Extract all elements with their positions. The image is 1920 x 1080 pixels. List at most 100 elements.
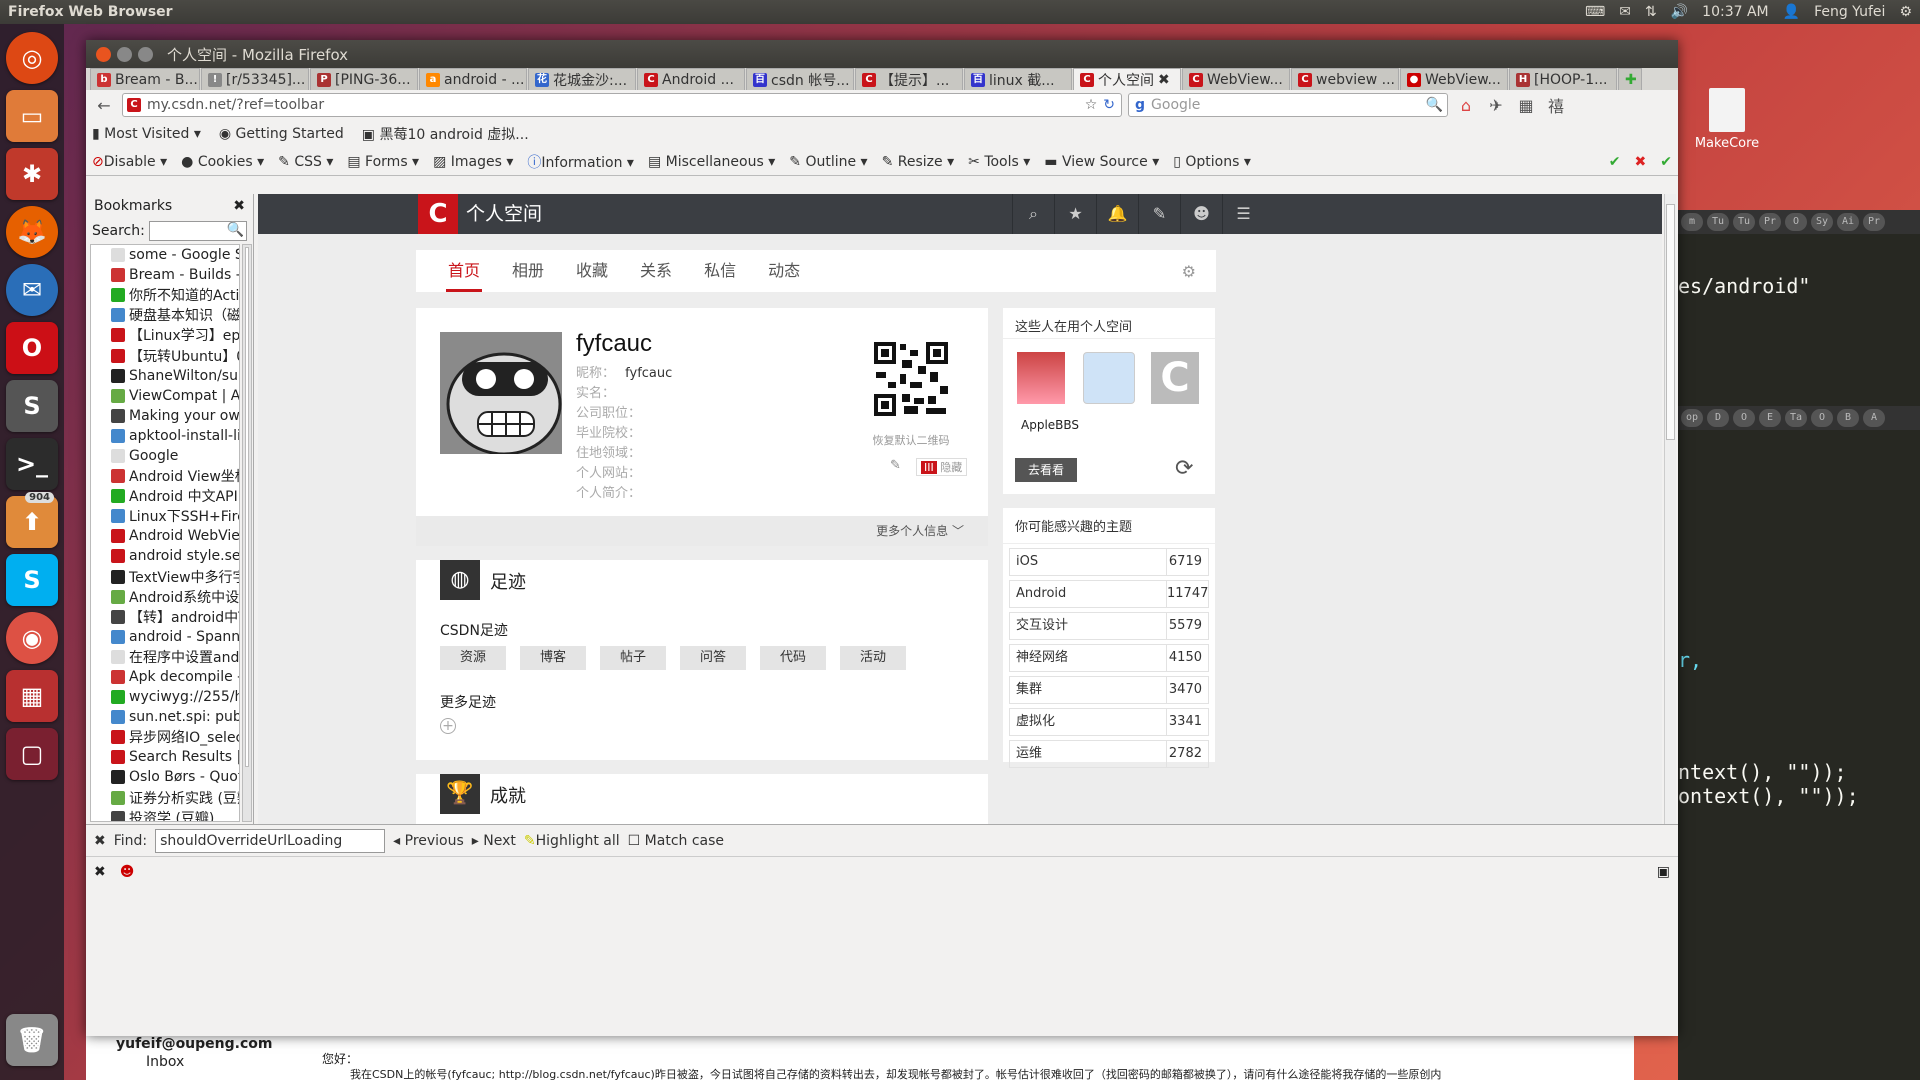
find-next-button[interactable]: ▸ Next — [472, 833, 516, 849]
tab-home[interactable]: 首页 — [445, 250, 483, 292]
bookmark-item[interactable]: Android WebView... — [91, 526, 239, 546]
translate-icon[interactable]: 禧 — [1544, 94, 1568, 116]
maximize-window-icon[interactable] — [138, 46, 153, 62]
search-box[interactable]: g Google 🔍 — [1128, 93, 1448, 117]
bookmark-item[interactable]: TextView中多行字... — [91, 567, 239, 587]
resize-grip-icon[interactable]: ▣ — [1657, 864, 1670, 880]
power-icon[interactable]: ⚙ — [1899, 4, 1912, 20]
bookmark-item[interactable]: Android 中文API ... — [91, 486, 239, 506]
terminal-icon[interactable]: >_ — [6, 438, 58, 490]
bookmark-most-visited[interactable]: ▮ Most Visited ▾ — [92, 126, 201, 142]
browser-tab[interactable]: 花花城金沙:... — [528, 68, 636, 90]
gear-icon[interactable]: ⚙ — [1182, 262, 1196, 281]
user-name[interactable]: Feng Yufei — [1814, 4, 1885, 20]
sidebar-scrollbar[interactable] — [242, 244, 252, 822]
email-account[interactable]: yufeif@oupeng.com — [116, 1036, 272, 1052]
bookmark-item[interactable]: 【转】android中T... — [91, 607, 239, 627]
browser-tab[interactable]: 百 linux 截... — [964, 68, 1072, 90]
bookmark-item[interactable]: sun.net.spi: public... — [91, 707, 239, 727]
browser-tab[interactable]: Cwebview ... — [1291, 68, 1399, 90]
close-sidebar-icon[interactable]: ✖ — [233, 198, 245, 214]
dev-misc[interactable]: ▤ Miscellaneous ▾ — [648, 154, 775, 170]
highlight-all-button[interactable]: ✎Highlight all — [524, 833, 620, 849]
dev-css[interactable]: ✎ CSS ▾ — [278, 154, 333, 170]
topic-row[interactable]: 交互设计 5579 — [1009, 612, 1209, 640]
bookmark-item[interactable]: apktool-install-lin... — [91, 426, 239, 446]
dev-images[interactable]: ▨ Images ▾ — [433, 154, 513, 170]
url-bar[interactable]: C my.csdn.net/?ref=toolbar ☆ ↻ — [122, 93, 1122, 117]
browser-tab[interactable]: C Android ... — [637, 68, 745, 90]
tab-activity[interactable]: 动态 — [768, 250, 800, 292]
dash-icon[interactable]: ◎ — [6, 32, 58, 84]
bell-icon[interactable]: 🔔 — [1096, 194, 1138, 234]
files-icon[interactable]: ▭ — [6, 90, 58, 142]
chip-blog[interactable]: 博客 — [520, 646, 586, 670]
bookmark-item[interactable]: some - Google Sea... — [91, 245, 239, 265]
bookmark-item[interactable]: wyciwyg://255/htt... — [91, 687, 239, 707]
find-input[interactable]: shouldOverrideUrlLoading — [155, 828, 386, 853]
dev-resize[interactable]: ✎ Resize ▾ — [882, 154, 955, 170]
browser-tab[interactable]: 百 csdn 帐号... — [746, 68, 854, 90]
browser-tab[interactable]: b Bream - B... — [90, 68, 200, 90]
search-placeholder[interactable]: Google — [1151, 97, 1200, 113]
close-addon-icon[interactable]: ✖ — [94, 864, 106, 880]
chip-resources[interactable]: 资源 — [440, 646, 506, 670]
bookmark-item[interactable]: Android View坐标... — [91, 466, 239, 486]
chip-qa[interactable]: 问答 — [680, 646, 746, 670]
trash-icon[interactable]: 🗑 — [6, 1014, 58, 1066]
browser-tab[interactable]: C 【提示】... — [855, 68, 963, 90]
menu-icon[interactable]: ☰ — [1222, 194, 1264, 234]
clock[interactable]: 10:37 AM — [1702, 4, 1768, 20]
qr-code[interactable] — [874, 342, 948, 416]
chip-code[interactable]: 代码 — [760, 646, 826, 670]
edit-icon[interactable]: ✎ — [890, 458, 901, 473]
chip-events[interactable]: 活动 — [840, 646, 906, 670]
dev-forms[interactable]: ▤ Forms ▾ — [347, 154, 419, 170]
search-icon[interactable]: 🔍 — [1426, 97, 1443, 113]
bookmark-item[interactable]: Making your own ... — [91, 406, 239, 426]
email-inbox[interactable]: Inbox — [146, 1054, 184, 1070]
home-icon[interactable]: ⌂ — [1454, 94, 1478, 116]
more-info-link[interactable]: 更多个人信息 ﹀ — [416, 516, 988, 546]
topic-row[interactable]: 虚拟化 3341 — [1009, 708, 1209, 736]
window-icon[interactable]: ▢ — [6, 728, 58, 780]
avatar-icon[interactable]: ☻ — [1180, 194, 1222, 234]
bookmark-item[interactable]: 投资学 (豆瓣) — [91, 808, 239, 821]
browser-tab-active[interactable]: C 个人空间 ✖ — [1073, 68, 1181, 90]
page-scrollbar[interactable] — [1664, 194, 1676, 824]
browser-tab[interactable]: P [PING-36... — [310, 68, 418, 90]
dev-disable[interactable]: ⊘Disable ▾ — [92, 154, 167, 170]
close-window-icon[interactable] — [96, 46, 111, 62]
url-text[interactable]: my.csdn.net/?ref=toolbar — [147, 97, 324, 113]
desktop-file[interactable]: MakeCore — [1692, 88, 1762, 151]
bookmark-item[interactable]: 【Linux学习】epo... — [91, 325, 239, 345]
sidebar-search-input[interactable]: 🔍 — [148, 221, 247, 241]
find-previous-button[interactable]: ◂ Previous — [393, 833, 464, 849]
bookmark-item[interactable]: Linux下SSH+Firef... — [91, 506, 239, 526]
chrome-icon[interactable]: ◉ — [6, 612, 58, 664]
google-icon[interactable]: g — [1135, 97, 1145, 113]
opera-icon[interactable]: O — [6, 322, 58, 374]
update-icon[interactable]: ⬆ 904 — [6, 492, 58, 548]
addon-icon[interactable]: ☻ — [120, 864, 135, 880]
tab-album[interactable]: 相册 — [512, 250, 544, 292]
bookmark-item[interactable]: 在程序中设置andr... — [91, 647, 239, 667]
sublime-icon[interactable]: S — [6, 380, 58, 432]
refresh-icon[interactable]: ⟳ — [1175, 456, 1193, 481]
browser-tab[interactable]: ! [r/53345]... — [201, 68, 309, 90]
browser-tab[interactable]: C WebView... — [1182, 68, 1290, 90]
bookmark-star-icon[interactable]: ☆ — [1085, 97, 1098, 113]
browser-tab[interactable]: H [HOOP-1... — [1509, 68, 1617, 90]
user-avatar[interactable] — [1017, 352, 1065, 404]
hide-toggle[interactable]: III 隐藏 — [916, 458, 968, 476]
bookmark-item[interactable]: Bream - Builds - ou... — [91, 265, 239, 285]
bookmark-item[interactable]: Search Results | A... — [91, 747, 239, 767]
bookmark-item[interactable]: 【玩转Ubuntu】0... — [91, 345, 239, 365]
bookmark-item[interactable]: 异步网络IO_select... — [91, 727, 239, 747]
dev-tools[interactable]: ✂ Tools ▾ — [968, 154, 1030, 170]
close-tab-icon[interactable]: ✖ — [1158, 72, 1170, 88]
minimize-window-icon[interactable] — [117, 46, 132, 62]
user-avatar[interactable]: C — [1151, 352, 1199, 404]
tab-messages[interactable]: 私信 — [704, 250, 736, 292]
close-find-icon[interactable]: ✖ — [94, 833, 106, 849]
